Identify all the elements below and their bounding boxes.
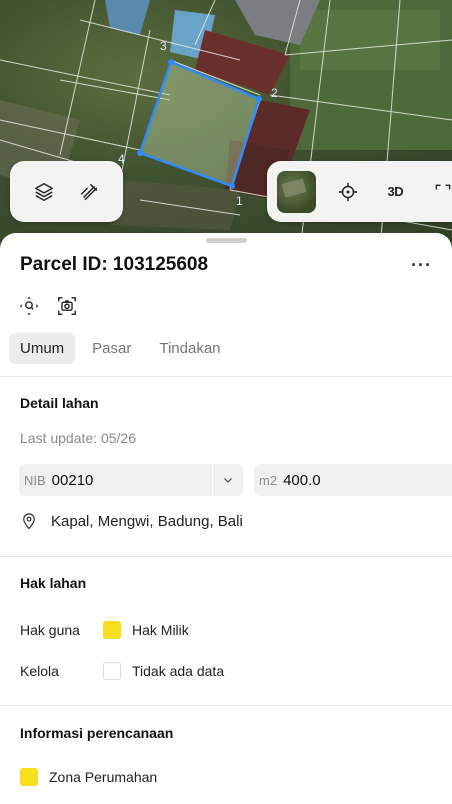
nib-dropdown-button[interactable] (212, 464, 243, 496)
layers-icon (35, 182, 54, 201)
nib-value: 00210 (51, 471, 94, 489)
crosshair-icon (338, 182, 357, 201)
sheet-drag-handle[interactable] (206, 238, 247, 243)
zone-label: Zona Perumahan (49, 769, 158, 785)
area-prefix: m2 (259, 472, 278, 488)
rights-row-hak-guna: Hak guna Hak Milik (20, 621, 189, 639)
divider (0, 705, 452, 706)
more-options-button[interactable]: ··· (411, 255, 432, 276)
area-value: 400.0 (283, 471, 321, 489)
section-planning-heading: Informasi perencanaan (20, 725, 174, 741)
rights-key: Kelola (20, 663, 59, 679)
last-update-text: Last update: 05/26 (20, 430, 136, 446)
divider (0, 376, 452, 377)
divider (0, 556, 452, 557)
parcel-actions (17, 294, 79, 318)
rights-key: Hak guna (20, 622, 80, 638)
tab-umum[interactable]: Umum (9, 333, 76, 364)
zone-swatch (20, 768, 38, 786)
rights-value: Hak Milik (132, 622, 189, 638)
tab-tindakan[interactable]: Tindakan (148, 333, 231, 364)
zoom-to-parcel-button[interactable] (17, 294, 41, 318)
map-view-panel: 3D (267, 161, 452, 222)
address-row: Kapal, Mengwi, Badung, Bali (20, 511, 243, 531)
chevron-down-icon (224, 478, 232, 483)
screenshot-button[interactable] (55, 294, 79, 318)
tab-pasar[interactable]: Pasar (81, 333, 142, 364)
measure-button[interactable] (71, 174, 107, 210)
location-pin-icon (23, 513, 35, 530)
view-3d-button[interactable]: 3D (371, 172, 419, 212)
rights-row-kelola: Kelola Tidak ada data (20, 662, 224, 680)
basemap-thumbnail[interactable] (277, 170, 316, 213)
nib-prefix: NIB (24, 472, 46, 488)
locate-button[interactable] (324, 172, 372, 212)
tab-bar: Umum Pasar Tindakan (9, 333, 232, 364)
measure-icon (80, 183, 97, 200)
legend-swatch (103, 662, 121, 680)
rights-value: Tidak ada data (132, 663, 225, 679)
area-field[interactable]: m2 400.0 (254, 464, 452, 496)
parcel-detail-sheet: Parcel ID: 103125608 ··· Umum Pasar Tind… (0, 233, 452, 804)
parcel-header: Parcel ID: 103125608 ··· (20, 252, 432, 278)
section-rights-heading: Hak lahan (20, 575, 87, 591)
section-detail-heading: Detail lahan (20, 395, 99, 411)
camera-icon (58, 297, 76, 315)
legend-swatch (103, 621, 121, 639)
zoom-to-parcel-icon (19, 296, 39, 316)
fullscreen-icon (435, 184, 451, 189)
fullscreen-button[interactable] (419, 172, 452, 212)
layers-button[interactable] (26, 174, 62, 210)
zone-row: Zona Perumahan (20, 768, 157, 786)
map-tools-panel (10, 161, 123, 222)
map-view[interactable]: 1 2 3 4 3D (0, 0, 452, 250)
parcel-title: Parcel ID: 103125608 (20, 254, 209, 275)
nib-field[interactable]: NIB 00210 (19, 464, 243, 496)
address-text: Kapal, Mengwi, Badung, Bali (51, 512, 243, 530)
